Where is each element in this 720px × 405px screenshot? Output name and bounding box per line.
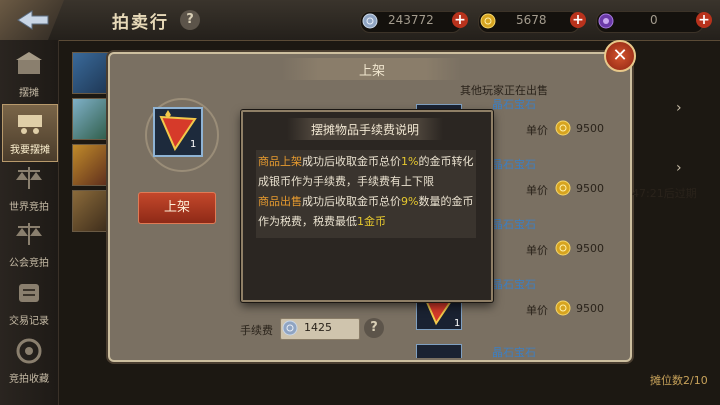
price-label: 单价 [526, 304, 548, 317]
back-arrow-icon [17, 10, 49, 30]
scales-icon [16, 223, 42, 245]
dialog-text: 商品上架成功后收取金币总价1%的金币转化成银币作为手续费，手续费有上下限 商品出… [258, 152, 476, 232]
background-item-thumb [72, 190, 112, 232]
stall-slot-count: 摊位数2/10 [650, 374, 708, 387]
text-segment: 成功后收取金币总价 [302, 195, 401, 208]
background-item-thumb [72, 98, 112, 140]
gem-icon [598, 13, 614, 29]
highlight-list: 商品上架 [258, 155, 302, 168]
stall-icon [16, 52, 42, 74]
silver-coin-icon [282, 320, 298, 336]
scroll-icon [19, 284, 39, 302]
gold-coin-icon [555, 240, 571, 256]
help-button[interactable]: ? [180, 10, 200, 30]
sidebar-item-my-stall[interactable]: 我要摆摊 [2, 104, 58, 162]
listing-thumb [416, 344, 462, 358]
price-label: 单价 [526, 124, 548, 137]
sidebar-item-guild-auction[interactable]: 公会竞拍 [2, 218, 56, 274]
background-item-thumb [72, 144, 112, 186]
fee-value: 1425 [304, 321, 332, 334]
chevron-right-icon[interactable]: › [676, 100, 682, 116]
listing-name: 晶石宝石 [492, 346, 536, 358]
price-label: 单价 [526, 244, 548, 257]
gold-coin-icon [555, 120, 571, 136]
highlight-percent: 9% [401, 195, 419, 208]
scales-icon [16, 167, 42, 189]
close-icon: ✕ [612, 45, 628, 66]
listing-name: 晶石宝石 [492, 98, 536, 111]
listing-quantity: 1 [454, 318, 461, 329]
gold-coin-icon [555, 180, 571, 196]
listing-name: 晶石宝石 [492, 218, 536, 231]
gold-coin-icon [555, 300, 571, 316]
add-gold-button[interactable]: + [570, 12, 586, 28]
add-silver-button[interactable]: + [452, 12, 468, 28]
highlight-sell: 商品出售 [258, 195, 302, 208]
sidebar-item-stall[interactable]: 摆摊 [2, 48, 56, 104]
sidebar-item-label: 摆摊 [19, 88, 39, 99]
highlight-percent: 1% [401, 155, 419, 168]
panel-title: 上架 [358, 64, 385, 79]
highlight-min-tax: 1金币 [357, 215, 386, 228]
sidebar-item-label: 世界竞拍 [9, 202, 49, 213]
favorite-icon [16, 338, 42, 364]
price-label: 单价 [526, 184, 548, 197]
background-item-column [72, 48, 112, 258]
sidebar-item-trade-history[interactable]: 交易记录 [2, 276, 56, 332]
gold-amount: 5678 [516, 13, 547, 27]
sidebar-item-label: 我要摆摊 [10, 145, 50, 156]
listing-name: 晶石宝石 [492, 278, 536, 291]
listing-price: 9500 [576, 122, 604, 135]
background-item-thumb [72, 52, 112, 94]
sidebar-item-label: 竞拍收藏 [9, 374, 49, 385]
sidebar-item-label: 交易记录 [9, 316, 49, 327]
close-button[interactable]: ✕ [604, 40, 636, 72]
listing-price: 9500 [576, 182, 604, 195]
fee-help-button[interactable]: ? [364, 318, 384, 338]
silver-amount: 243772 [388, 13, 434, 27]
fee-label: 手续费 [240, 324, 273, 337]
expiry-time: 47:21后过期 [632, 187, 697, 200]
page-title: 拍卖行 [112, 13, 169, 33]
list-item[interactable]: 晶石宝石 [416, 344, 626, 358]
text-segment: 成功后收取金币总价 [302, 155, 401, 168]
dialog-title: 摆摊物品手续费说明 [310, 123, 419, 137]
cart-icon [18, 115, 42, 134]
add-gem-button[interactable]: + [696, 12, 712, 28]
item-count: 1 [190, 139, 197, 150]
gold-coin-icon [480, 13, 496, 29]
listing-price: 9500 [576, 302, 604, 315]
listing-price: 9500 [576, 242, 604, 255]
sidebar-item-world-auction[interactable]: 世界竞拍 [2, 162, 56, 218]
chevron-right-icon[interactable]: › [676, 160, 682, 176]
listing-name: 晶石宝石 [492, 158, 536, 171]
list-item-button[interactable]: 上架 [138, 192, 216, 224]
sidebar-item-label: 公会竞拍 [9, 258, 49, 269]
sidebar-item-auction-favorites[interactable]: 竞拍收藏 [2, 334, 56, 390]
silver-coin-icon [362, 13, 378, 29]
gem-amount: 0 [650, 13, 658, 27]
